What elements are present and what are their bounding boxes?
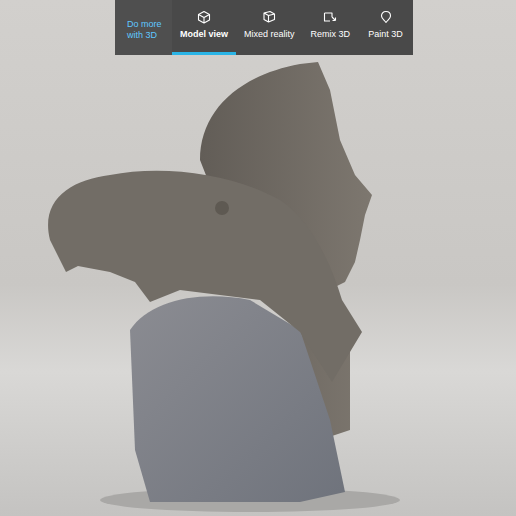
model-viewport[interactable]	[0, 0, 516, 516]
toolbar-tab[interactable]: Mixed reality	[236, 0, 303, 55]
toolbar-tab[interactable]: Remix 3D	[303, 0, 359, 55]
viewer-window: Do more with 3DModel viewMixed realityRe…	[0, 0, 516, 516]
remix-icon	[323, 10, 337, 24]
cube-icon	[197, 10, 211, 24]
paint-icon	[379, 10, 393, 24]
toolbar: Do more with 3DModel viewMixed realityRe…	[115, 0, 413, 55]
promo-link[interactable]: Do more with 3D	[115, 0, 172, 55]
toolbar-tab[interactable]: Paint 3D	[358, 0, 413, 55]
toolbar-tab[interactable]: Model view	[172, 0, 236, 55]
mixed-reality-icon	[262, 10, 276, 24]
